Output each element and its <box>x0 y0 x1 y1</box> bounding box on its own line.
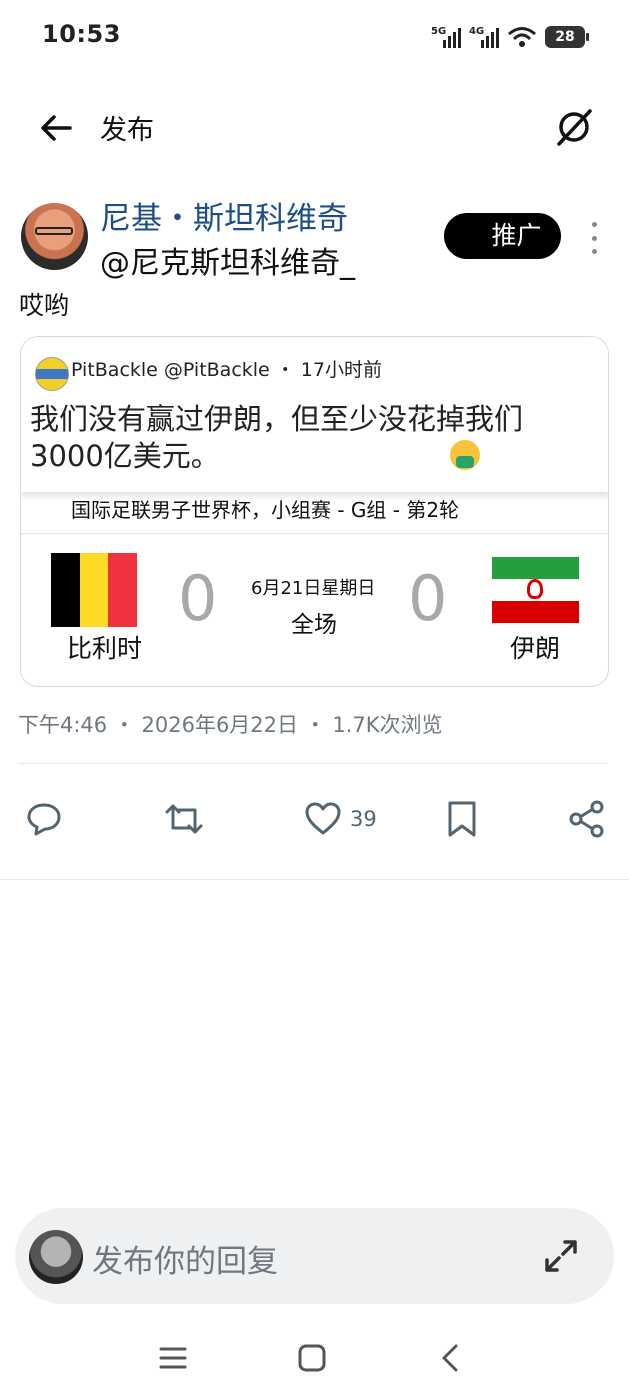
iran-flag-icon <box>492 557 579 623</box>
match-status: 全场 <box>291 612 337 638</box>
status-bar: 10:53 5G 4G 28 <box>0 0 629 70</box>
share-icon <box>569 800 604 838</box>
grok-icon[interactable] <box>553 106 595 148</box>
bookmark-icon <box>448 801 476 837</box>
post-meta: 下午4:46 ・ 2026年6月22日 ・ 1.7K次浏览 <box>18 713 443 737</box>
reply-button[interactable] <box>25 798 63 840</box>
home-icon[interactable] <box>292 1338 332 1378</box>
status-icons: 5G 4G 28 <box>431 20 589 48</box>
section-divider <box>0 879 629 880</box>
team-left-name: 比利时 <box>67 634 143 663</box>
net-label-4g: 4G <box>469 26 485 37</box>
author-avatar[interactable] <box>21 203 88 270</box>
quoted-post-text: 我们没有赢过伊朗，但至少没花掉我们3000亿美元。 <box>30 402 524 473</box>
repost-icon <box>165 804 203 834</box>
quoted-author-handle: @PitBackle <box>163 359 270 381</box>
reply-composer[interactable]: 发布你的回复 <box>15 1208 614 1304</box>
quoted-post-time: ・ 17小时前 <box>275 359 382 381</box>
quoted-post-card[interactable]: PitBackle @PitBackle ・ 17小时前 我们没有赢过伊朗，但至少没… <box>20 336 609 687</box>
back-arrow-icon[interactable] <box>36 108 76 148</box>
more-options-icon[interactable] <box>584 222 604 254</box>
expand-icon[interactable] <box>541 1236 581 1276</box>
divider <box>18 763 608 764</box>
quoted-post-header: PitBackle @PitBackle ・ 17小时前 我们没有赢过伊朗，但至少没… <box>21 337 608 492</box>
author-handle[interactable]: @尼克斯坦科维奇_ <box>100 238 355 282</box>
quoted-post-text-block: 我们没有赢过伊朗，但至少没花掉我们3000亿美元。 <box>30 401 570 475</box>
score-left: 0 <box>178 562 218 635</box>
heart-icon <box>305 802 341 835</box>
belgium-flag-icon <box>51 553 138 627</box>
match-date: 6月21日星期日 <box>251 578 376 599</box>
page-title: 发布 <box>100 115 154 146</box>
bookmark-button[interactable] <box>445 798 479 840</box>
promote-button[interactable]: 推广 <box>444 213 561 259</box>
like-button[interactable]: 39 <box>304 798 377 840</box>
repost-button[interactable] <box>163 798 205 840</box>
user-avatar <box>29 1230 83 1284</box>
post-text: 哎哟 <box>19 291 70 320</box>
action-bar: 39 <box>0 798 629 840</box>
quoted-author-avatar <box>35 357 69 391</box>
author-name[interactable]: 尼基・斯坦科维奇 <box>100 193 348 238</box>
signal-4g-icon: 4G <box>469 26 499 48</box>
nav-back-icon[interactable] <box>430 1338 470 1378</box>
like-count: 39 <box>350 807 377 831</box>
wifi-icon <box>508 27 536 47</box>
system-nav-bar <box>0 1320 629 1399</box>
signal-5g-icon: 5G <box>431 26 461 48</box>
recent-apps-icon[interactable] <box>153 1338 193 1378</box>
share-button[interactable] <box>567 798 607 840</box>
reply-input[interactable]: 发布你的回复 <box>92 1236 278 1281</box>
quoted-author-name: PitBackle <box>71 359 158 381</box>
shrug-emoji-icon <box>449 440 480 470</box>
status-time: 10:53 <box>42 20 121 48</box>
top-app-bar: 发布 <box>0 92 629 162</box>
quoted-author-meta: PitBackle @PitBackle ・ 17小时前 <box>71 355 388 382</box>
score-right: 0 <box>408 562 448 635</box>
match-competition: 国际足联男子世界杯，小组赛 - G组 - 第2轮 <box>21 492 608 534</box>
team-right-name: 伊朗 <box>510 634 561 663</box>
reply-icon <box>27 803 61 836</box>
battery-icon: 28 <box>545 26 589 48</box>
net-label-5g: 5G <box>431 26 447 37</box>
